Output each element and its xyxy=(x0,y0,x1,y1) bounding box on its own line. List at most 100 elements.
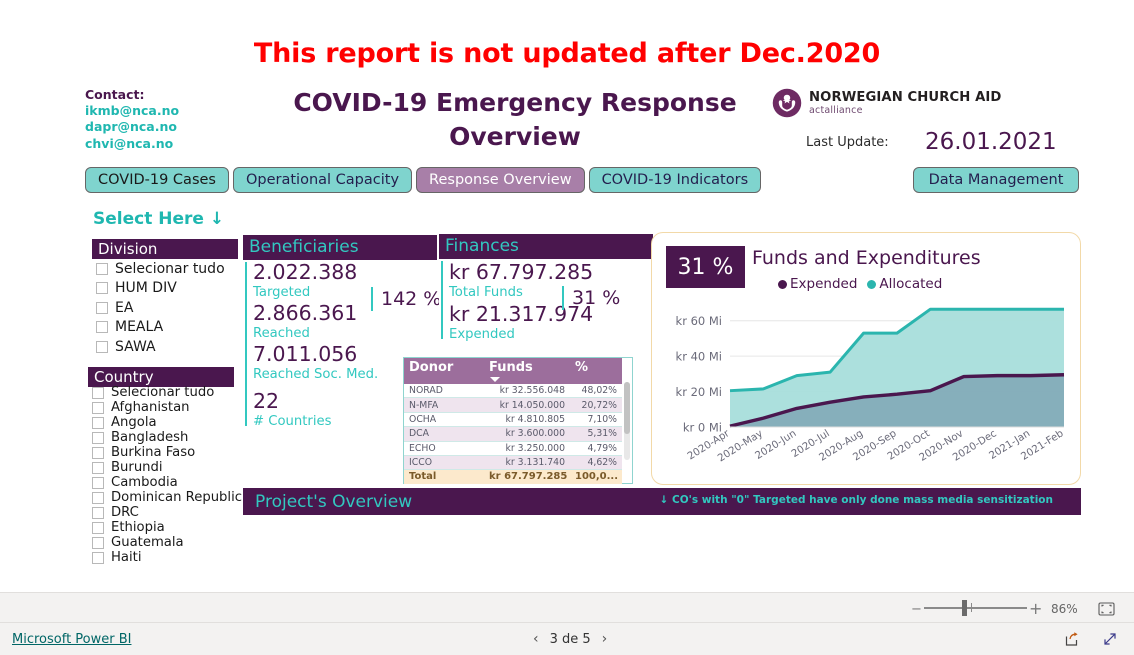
table-row[interactable]: ICCO kr 3.131.740 4,62% xyxy=(404,455,622,471)
checkbox-icon[interactable] xyxy=(92,386,104,399)
checkbox-icon[interactable] xyxy=(92,446,104,459)
slicer-country-item-6[interactable]: Cambodia xyxy=(88,475,248,490)
data-management-button[interactable]: Data Management xyxy=(913,167,1079,193)
column-header-percent[interactable]: % xyxy=(570,358,622,384)
chevron-left-icon[interactable]: ‹ xyxy=(533,631,539,647)
slicer-division-item-4[interactable]: SAWA xyxy=(92,337,238,357)
zoom-in-button[interactable]: + xyxy=(1029,599,1042,618)
checkbox-icon[interactable] xyxy=(92,461,104,474)
slicer-country-item-0[interactable]: Selecionar tudo xyxy=(88,385,248,400)
tab-operational-capacity[interactable]: Operational Capacity xyxy=(232,167,413,193)
table-row[interactable]: DCA kr 3.600.000 5,31% xyxy=(404,426,622,442)
checkbox-icon[interactable] xyxy=(92,401,104,414)
report-canvas: This report is not updated after Dec.202… xyxy=(0,0,1134,592)
slicer-country-item-5[interactable]: Burundi xyxy=(88,460,248,475)
column-header-donor[interactable]: Donor xyxy=(404,358,484,384)
checkbox-icon[interactable] xyxy=(92,551,104,564)
checkbox-icon[interactable] xyxy=(96,262,108,275)
contact-block: Contact: ikmb@nca.no dapr@nca.no chvi@nc… xyxy=(85,87,179,152)
slicer-item-label: Burundi xyxy=(111,460,163,475)
slicer-country-item-9[interactable]: Ethiopia xyxy=(88,520,248,535)
checkbox-icon[interactable] xyxy=(92,491,104,504)
slicer-division-title: Division xyxy=(92,239,238,259)
contact-email-3[interactable]: chvi@nca.no xyxy=(85,136,179,152)
microsoft-power-bi-link[interactable]: Microsoft Power BI xyxy=(12,632,131,647)
slicer-item-label: Burkina Faso xyxy=(111,445,196,460)
share-icon[interactable] xyxy=(1064,631,1080,651)
legend-dot-icon xyxy=(867,279,877,289)
tab-covid-19-cases[interactable]: COVID-19 Cases xyxy=(85,167,229,193)
slicer-item-label: Cambodia xyxy=(111,475,178,490)
donor-funds-table[interactable]: Donor Funds % NORAD kr 32.556.048 48,02% xyxy=(403,357,633,484)
tab-covid-19-indicators[interactable]: COVID-19 Indicators xyxy=(588,167,762,193)
slicer-country-item-3[interactable]: Bangladesh xyxy=(88,430,248,445)
table-scrollbar[interactable] xyxy=(624,382,630,460)
cell-donor: DCA xyxy=(404,426,484,442)
zoom-slider-thumb[interactable] xyxy=(962,600,967,616)
kpi-reached-label: Reached xyxy=(253,326,310,341)
card-finances-header: Finances xyxy=(439,234,653,259)
table-row[interactable]: ECHO kr 3.250.000 4,79% xyxy=(404,441,622,456)
kpi-total-funds-value: kr 67.797.285 xyxy=(449,260,594,284)
slicer-country-item-1[interactable]: Afghanistan xyxy=(88,400,248,415)
chart-title: Funds and Expenditures xyxy=(752,247,981,269)
slicer-country-item-2[interactable]: Angola xyxy=(88,415,248,430)
slicer-country-item-11[interactable]: Haiti xyxy=(88,550,248,565)
checkbox-icon[interactable] xyxy=(92,416,104,429)
zoom-slider-track[interactable] xyxy=(924,607,1027,609)
slicer-item-label: Afghanistan xyxy=(111,400,190,415)
tab-response-overview[interactable]: Response Overview xyxy=(416,167,585,193)
contact-email-1[interactable]: ikmb@nca.no xyxy=(85,103,179,119)
checkbox-icon[interactable] xyxy=(96,301,108,314)
zoom-slider-tick xyxy=(971,603,972,612)
kpi-expended-value: kr 21.317.974 xyxy=(449,302,594,326)
sort-descending-icon xyxy=(490,377,500,382)
checkbox-icon[interactable] xyxy=(92,431,104,444)
legend-item-allocated[interactable]: Allocated xyxy=(867,276,942,292)
svg-text:kr 60 Mi: kr 60 Mi xyxy=(676,314,722,328)
checkbox-icon[interactable] xyxy=(92,476,104,489)
checkbox-icon[interactable] xyxy=(96,282,108,295)
svg-text:kr 20 Mi: kr 20 Mi xyxy=(676,385,722,399)
chevron-right-icon[interactable]: › xyxy=(602,631,608,647)
slicer-country-list[interactable]: Selecionar tudo Afghanistan Angola Bangl… xyxy=(88,385,248,593)
slicer-division-item-1[interactable]: HUM DIV xyxy=(92,279,238,299)
cell-percent: 4,79% xyxy=(570,441,622,456)
checkbox-icon[interactable] xyxy=(92,536,104,549)
card-finances-body: kr 67.797.285 Total Funds kr 21.317.974 … xyxy=(439,259,653,343)
cell-donor: ICCO xyxy=(404,455,484,471)
checkbox-icon[interactable] xyxy=(96,340,108,353)
column-header-funds[interactable]: Funds xyxy=(484,358,570,384)
table-row[interactable]: N-MFA kr 14.050.000 20,72% xyxy=(404,397,622,413)
cell-percent: 4,62% xyxy=(570,455,622,471)
slicer-country-item-10[interactable]: Guatemala xyxy=(88,535,248,550)
legend-label-expended: Expended xyxy=(790,276,858,292)
zoom-toolbar: − + 86% xyxy=(0,592,1134,622)
cell-percent: 48,02% xyxy=(570,384,622,399)
contact-email-2[interactable]: dapr@nca.no xyxy=(85,119,179,135)
checkbox-icon[interactable] xyxy=(92,521,104,534)
slicer-item-label: Bangladesh xyxy=(111,430,189,445)
legend-item-expended[interactable]: Expended xyxy=(778,276,857,292)
zoom-out-button[interactable]: − xyxy=(911,602,922,617)
slicer-item-label: Guatemala xyxy=(111,535,184,550)
checkbox-icon[interactable] xyxy=(96,321,108,334)
cell-funds: kr 14.050.000 xyxy=(484,397,570,413)
slicer-country-item-7[interactable]: Dominican Republic xyxy=(88,490,248,505)
projects-overview-bar[interactable]: Project's Overview ↓ CO's with "0" Targe… xyxy=(243,488,1081,515)
table-row[interactable]: NORAD kr 32.556.048 48,02% xyxy=(404,384,622,399)
slicer-division-item-3[interactable]: MEALA xyxy=(92,318,238,338)
slicer-country-item-8[interactable]: DRC xyxy=(88,505,248,520)
table-row[interactable]: OCHA kr 4.810.805 7,10% xyxy=(404,412,622,428)
slicer-division-item-2[interactable]: EA xyxy=(92,298,238,318)
fullscreen-icon[interactable] xyxy=(1102,631,1118,651)
slicer-division-item-0[interactable]: Selecionar tudo xyxy=(92,259,238,279)
slicer-item-label: Selecionar tudo xyxy=(115,260,225,277)
checkbox-icon[interactable] xyxy=(92,506,104,519)
fit-to-page-icon[interactable] xyxy=(1098,601,1115,620)
cell-donor: N-MFA xyxy=(404,397,484,413)
slicer-country-item-4[interactable]: Burkina Faso xyxy=(88,445,248,460)
page-indicator: 3 de 5 xyxy=(549,631,591,647)
slicer-item-label: Angola xyxy=(111,415,157,430)
chart-funds-and-expenditures: 31 % Funds and Expenditures Expended All… xyxy=(651,232,1081,485)
